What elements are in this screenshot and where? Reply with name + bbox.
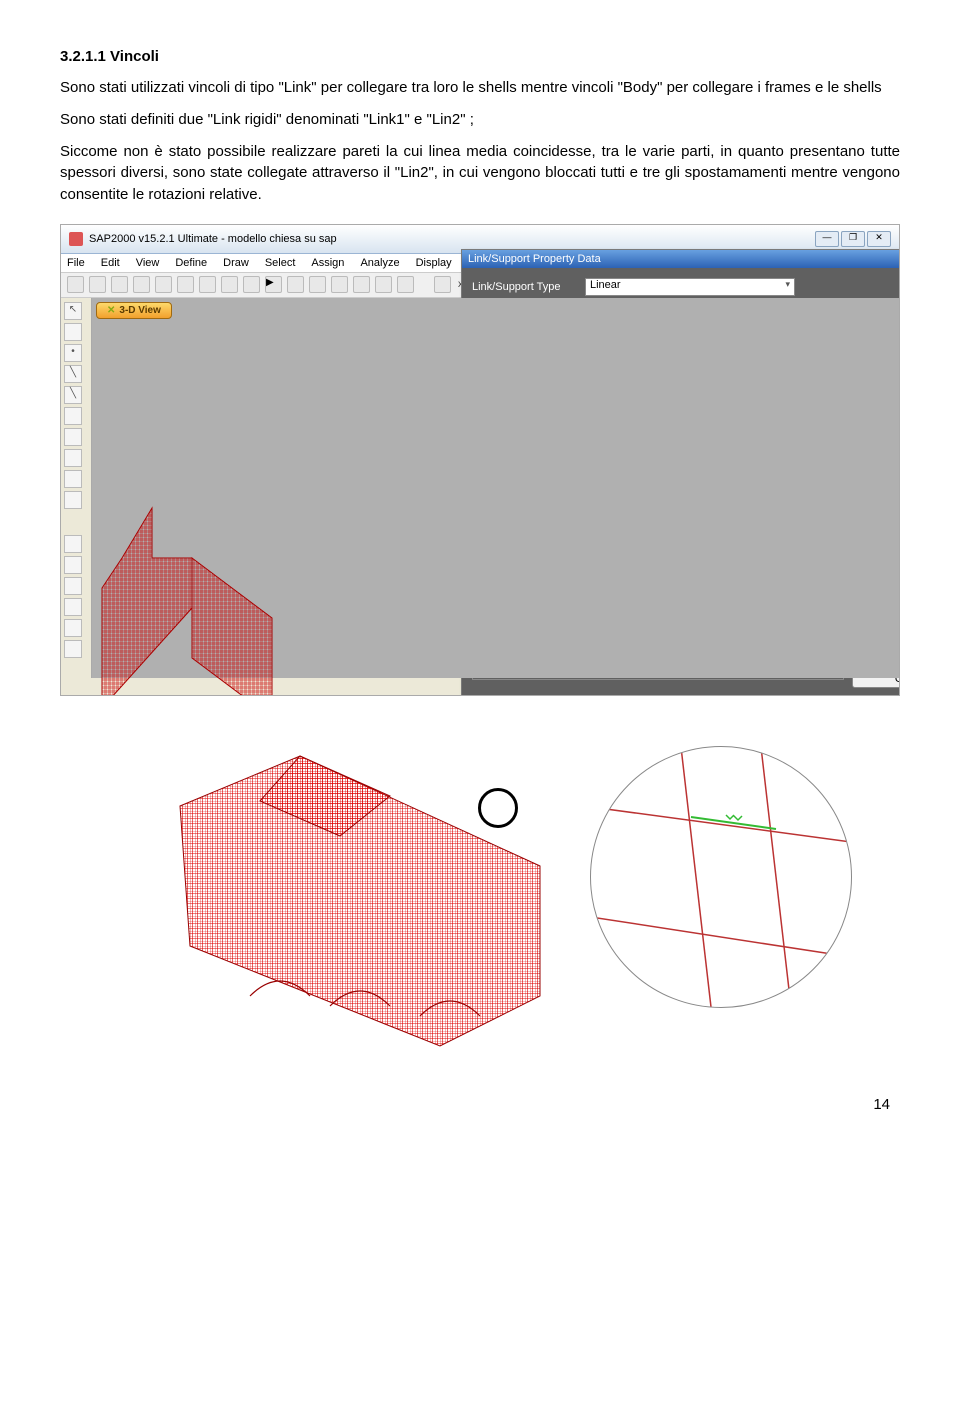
zoom-icon[interactable] (309, 276, 326, 293)
menu-edit[interactable]: Edit (101, 257, 120, 269)
model-render (92, 498, 392, 696)
type-label: Link/Support Type (472, 281, 577, 293)
toolbar-icon[interactable] (111, 276, 128, 293)
zoom-icon[interactable] (287, 276, 304, 293)
bottom-figures (60, 746, 900, 1056)
menu-define[interactable]: Define (175, 257, 207, 269)
close-tab-icon[interactable]: ✕ (107, 305, 115, 316)
paragraph-1: Sono stati utilizzati vincoli di tipo "L… (60, 77, 900, 99)
toolbar-icon[interactable] (67, 276, 84, 293)
maximize-icon[interactable]: ❐ (841, 231, 865, 247)
snap-icon[interactable] (64, 619, 82, 637)
zoom-icon[interactable] (375, 276, 392, 293)
view-3d-icon[interactable] (434, 276, 451, 293)
window-title: SAP2000 v15.2.1 Ultimate - modello chies… (89, 233, 337, 245)
close-icon[interactable]: ✕ (867, 231, 891, 247)
view-tab-3d[interactable]: ✕ 3-D View (96, 302, 172, 319)
zoom-icon[interactable] (353, 276, 370, 293)
menu-assign[interactable]: Assign (311, 257, 344, 269)
app-icon (69, 232, 83, 246)
refresh-icon[interactable] (221, 276, 238, 293)
pointer-icon[interactable]: ↖ (64, 302, 82, 320)
toolbar-icon[interactable] (89, 276, 106, 293)
snap-icon[interactable] (64, 598, 82, 616)
tool-icon[interactable]: • (64, 344, 82, 362)
minimize-icon[interactable]: — (815, 231, 839, 247)
link-detail-zoom-figure (590, 746, 852, 1008)
tool-icon[interactable] (64, 470, 82, 488)
menu-file[interactable]: File (67, 257, 85, 269)
paragraph-3: Siccome non è stato possibile realizzare… (60, 141, 900, 206)
link-support-type-select[interactable]: Linear (585, 278, 795, 296)
zoom-icon[interactable] (331, 276, 348, 293)
snap-icon[interactable] (64, 556, 82, 574)
toolbar-icon[interactable] (155, 276, 172, 293)
tool-icon[interactable] (64, 428, 82, 446)
3d-view-area[interactable]: ✕ 3-D View (92, 298, 899, 678)
sap2000-screenshot: SAP2000 v15.2.1 Ultimate - modello chies… (60, 224, 900, 696)
menu-analyze[interactable]: Analyze (360, 257, 399, 269)
snap-icon[interactable] (64, 535, 82, 553)
tool-icon[interactable] (64, 491, 82, 509)
callout-circle-icon (478, 788, 518, 828)
redo-icon[interactable] (199, 276, 216, 293)
left-toolbar: ↖ • ╲ ╲ (61, 298, 92, 678)
toolbar-icon[interactable] (133, 276, 150, 293)
pan-icon[interactable] (397, 276, 414, 293)
menu-draw[interactable]: Draw (223, 257, 249, 269)
section-heading: 3.2.1.1 Vincoli (60, 48, 900, 65)
model-perspective-figure (130, 746, 550, 1056)
menu-select[interactable]: Select (265, 257, 296, 269)
tool-icon[interactable] (64, 407, 82, 425)
paragraph-2: Sono stati definiti due "Link rigidi" de… (60, 109, 900, 131)
line-icon[interactable]: ╲ (64, 365, 82, 383)
line-icon[interactable]: ╲ (64, 386, 82, 404)
snap-icon[interactable] (64, 640, 82, 658)
menu-view[interactable]: View (136, 257, 160, 269)
page-number: 14 (60, 1096, 900, 1113)
tool-icon[interactable] (64, 449, 82, 467)
run-icon[interactable]: ▶ (265, 276, 282, 293)
menu-display[interactable]: Display (416, 257, 452, 269)
tool-icon[interactable] (64, 323, 82, 341)
snap-icon[interactable] (64, 577, 82, 595)
lock-icon[interactable] (243, 276, 260, 293)
undo-icon[interactable] (177, 276, 194, 293)
dialog-title: Link/Support Property Data (462, 250, 900, 268)
